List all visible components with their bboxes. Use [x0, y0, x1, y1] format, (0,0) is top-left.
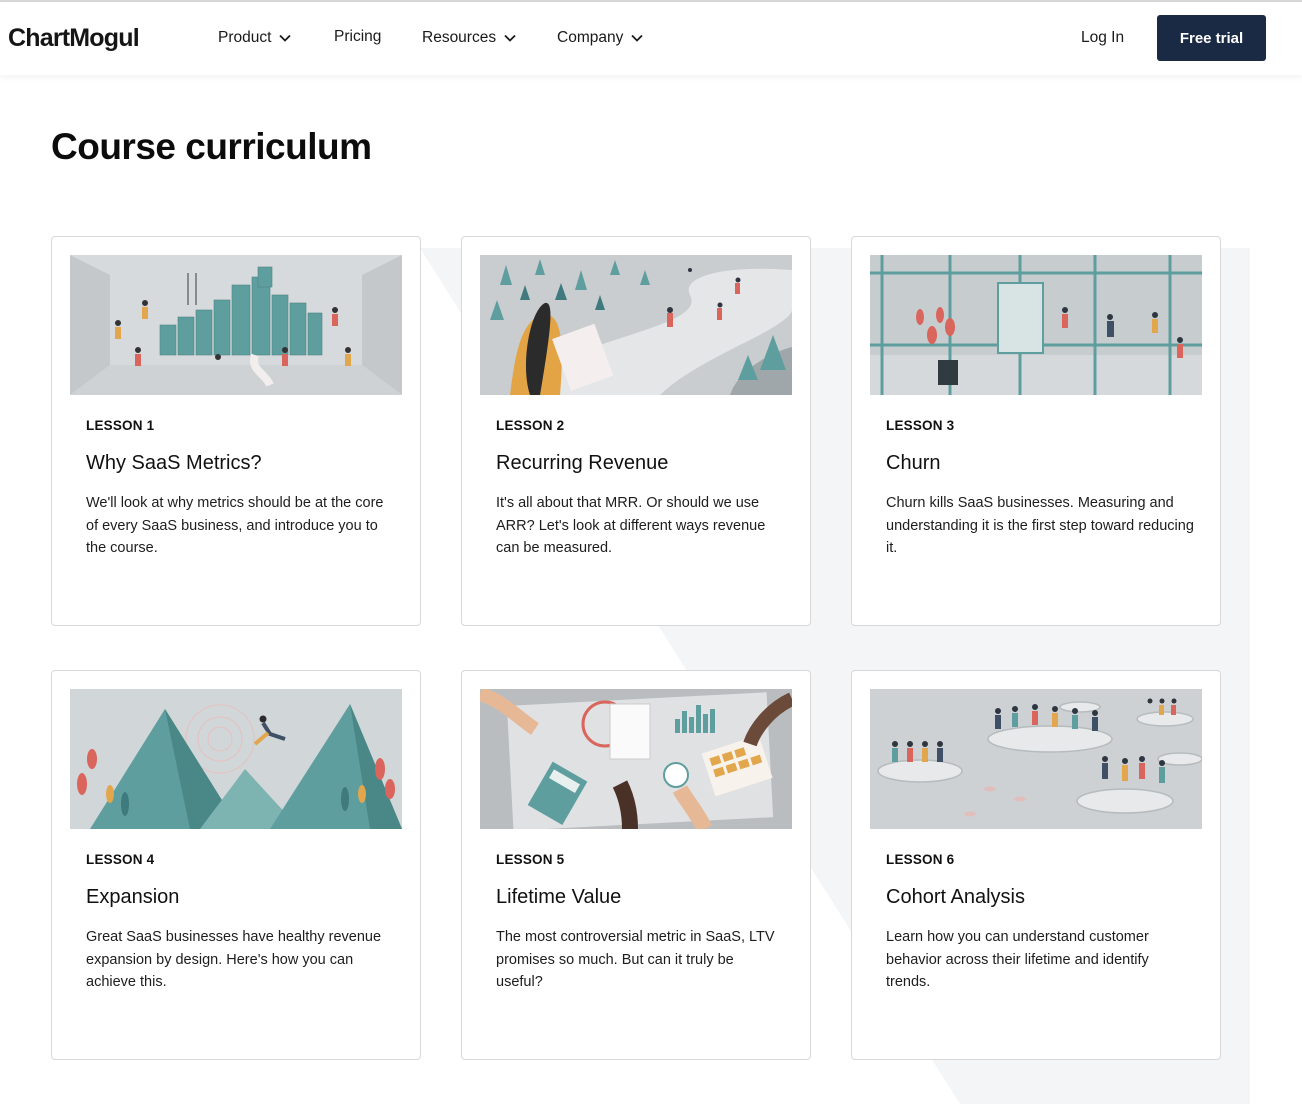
lesson-title: Churn: [886, 452, 941, 474]
login-link[interactable]: Log In: [1081, 29, 1124, 47]
revolving-door-illustration: [870, 255, 1202, 395]
nav-pricing-label: Pricing: [334, 28, 382, 45]
lesson-card-6[interactable]: LESSON 6 Cohort Analysis Learn how you c…: [851, 670, 1221, 1060]
lesson-title: Lifetime Value: [496, 886, 622, 908]
lesson-card-3[interactable]: LESSON 3 Churn Churn kills SaaS business…: [851, 236, 1221, 626]
lesson-description: The most controversial metric in SaaS, L…: [496, 929, 775, 990]
lesson-card-4[interactable]: LESSON 4 Expansion Great SaaS businesses…: [51, 670, 421, 1060]
lesson-card-2[interactable]: LESSON 2 Recurring Revenue It's all abou…: [461, 236, 811, 626]
site-header: ChartMogul Product Pricing Resources Com…: [0, 2, 1302, 75]
nav-company-label: Company: [557, 29, 624, 46]
lesson-card-5[interactable]: LESSON 5 Lifetime Value The most controv…: [461, 670, 811, 1060]
lesson-number: LESSON 1: [86, 418, 155, 433]
lesson-number: LESSON 6: [886, 852, 955, 867]
lesson-number: LESSON 5: [496, 852, 565, 867]
lesson-title: Expansion: [86, 886, 180, 908]
winding-road-illustration: [480, 255, 792, 395]
lesson-title: Why SaaS Metrics?: [86, 452, 262, 474]
nav-resources[interactable]: Resources: [422, 29, 516, 47]
nav-product-label: Product: [218, 29, 272, 46]
bar-chart-city-illustration: [70, 255, 402, 395]
chartmogul-logo[interactable]: ChartMogul: [8, 24, 140, 53]
free-trial-button[interactable]: Free trial: [1157, 15, 1266, 61]
lesson-number: LESSON 2: [496, 418, 565, 433]
mountains-illustration: [70, 689, 402, 829]
lesson-title: Cohort Analysis: [886, 886, 1025, 908]
chevron-down-icon: [504, 34, 516, 42]
lesson-description: We'll look at why metrics should be at t…: [86, 495, 384, 556]
lesson-number: LESSON 4: [86, 852, 155, 867]
nav-resources-label: Resources: [422, 29, 497, 46]
chevron-down-icon: [631, 34, 643, 42]
nav-pricing[interactable]: Pricing: [334, 28, 381, 46]
page-title: Course curriculum: [51, 126, 372, 167]
lesson-description: Learn how you can understand customer be…: [886, 929, 1149, 990]
lesson-description: It's all about that MRR. Or should we us…: [496, 495, 766, 556]
nav-company[interactable]: Company: [557, 29, 643, 47]
lesson-number: LESSON 3: [886, 418, 955, 433]
lesson-description: Churn kills SaaS businesses. Measuring a…: [886, 495, 1194, 556]
nav-product[interactable]: Product: [218, 29, 292, 47]
lesson-card-1[interactable]: LESSON 1 Why SaaS Metrics? We'll look at…: [51, 236, 421, 626]
calculator-hands-illustration: [480, 689, 792, 829]
crowd-platforms-illustration: [870, 689, 1202, 829]
chevron-down-icon: [279, 34, 292, 42]
lesson-title: Recurring Revenue: [496, 452, 669, 474]
lesson-description: Great SaaS businesses have healthy reven…: [86, 929, 382, 990]
